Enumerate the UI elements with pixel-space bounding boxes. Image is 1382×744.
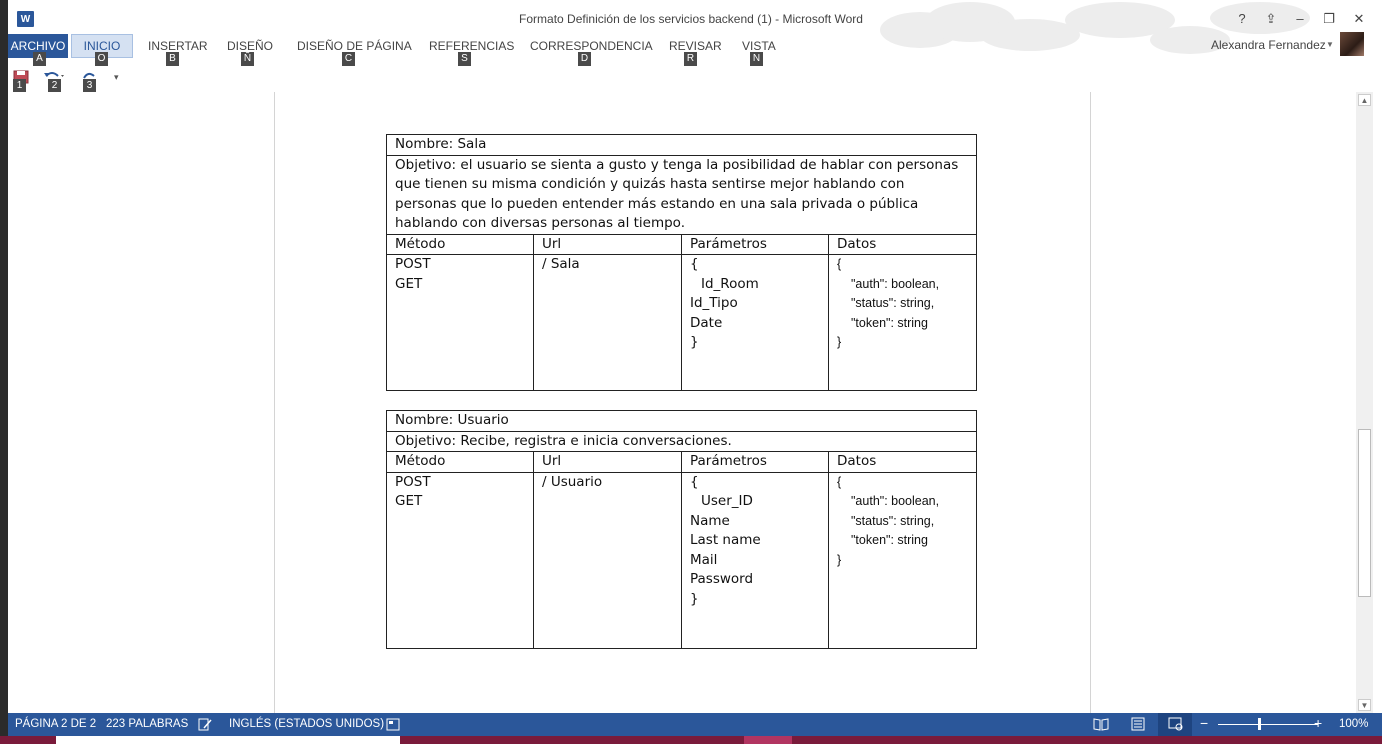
url-value: / Usuario	[542, 473, 603, 490]
keytip-save: 1	[13, 79, 26, 93]
param-line: Id_Room	[701, 275, 759, 292]
customize-toolbar-chevron-icon[interactable]: ▾	[114, 72, 119, 83]
keytip-diseno: Ñ	[241, 52, 254, 66]
restore-button[interactable]: ❐	[1318, 10, 1340, 28]
datos-cell[interactable]: { "auth": boolean, "status": string, "to…	[827, 254, 978, 391]
page-count[interactable]: PÁGINA 2 DE 2	[15, 718, 96, 730]
json-line: "token": string	[851, 315, 928, 330]
json-line: {	[837, 257, 842, 271]
url-cell[interactable]: / Usuario	[533, 471, 682, 649]
taskbar-active-item	[744, 736, 792, 744]
metodo-get: GET	[395, 275, 423, 292]
keytip-diseno-de-pagina: C	[342, 52, 355, 66]
status-bar: PÁGINA 2 DE 2 223 PALABRAS INGLÉS (ESTAD…	[8, 713, 1382, 736]
tab-correspondencia[interactable]: CORRESPONDENCIA	[530, 35, 653, 57]
keytip-inicio: O	[95, 52, 108, 66]
web-layout-button[interactable]	[1158, 713, 1192, 736]
scroll-up-arrow-icon[interactable]: ▲	[1358, 94, 1371, 106]
zoom-out-button[interactable]: −	[1200, 715, 1208, 731]
tab-referencias[interactable]: REFERENCIAS	[429, 35, 514, 57]
param-line: Password	[690, 571, 754, 587]
keytip-correspondencia: D	[578, 52, 591, 66]
ribbon-display-options-button[interactable]: ⇪	[1260, 10, 1282, 28]
table-name-cell[interactable]: Nombre: Usuario	[385, 410, 978, 432]
param-line: Mail	[690, 551, 718, 568]
header-parametros[interactable]: Parámetros	[681, 233, 829, 255]
param-line: {	[690, 473, 699, 490]
param-line: Date	[690, 314, 723, 331]
keytip-archivo: A	[33, 52, 46, 66]
user-account-name[interactable]: Alexandra Fernandez	[1211, 38, 1326, 52]
word-count[interactable]: 223 PALABRAS	[106, 718, 188, 730]
zoom-slider-thumb[interactable]	[1258, 718, 1261, 730]
header-metodo[interactable]: Método	[386, 233, 534, 255]
json-line: {	[837, 474, 842, 489]
param-line: {	[690, 256, 699, 272]
json-line: "status": string,	[851, 296, 935, 310]
web-layout-icon	[1168, 717, 1183, 731]
metodo-cell[interactable]: POST GET	[386, 254, 534, 391]
json-line: }	[837, 335, 842, 349]
header-parametros[interactable]: Parámetros	[681, 451, 829, 473]
language-indicator[interactable]: INGLÉS (ESTADOS UNIDOS)	[229, 718, 384, 730]
datos-cell[interactable]: { "auth": boolean, "status": string, "to…	[827, 471, 978, 649]
json-line: "status": string,	[851, 513, 935, 528]
header-url[interactable]: Url	[533, 233, 682, 255]
proofing-icon[interactable]	[198, 718, 212, 731]
close-button[interactable]: ✕	[1348, 10, 1370, 28]
json-line: "token": string	[851, 533, 928, 547]
keytip-revisar: R	[684, 52, 697, 66]
read-mode-icon[interactable]	[1093, 717, 1109, 731]
keytip-redo: 3	[83, 79, 96, 93]
table-name-cell[interactable]: Nombre: Sala	[385, 134, 978, 156]
avatar[interactable]	[1340, 32, 1364, 56]
scroll-down-arrow-icon[interactable]: ▼	[1358, 699, 1371, 711]
header-datos[interactable]: Datos	[827, 233, 978, 255]
param-line: }	[690, 334, 699, 350]
zoom-in-button[interactable]: +	[1314, 715, 1322, 731]
metodo-post: POST	[395, 256, 431, 272]
keytip-undo: 2	[48, 79, 61, 93]
header-url[interactable]: Url	[533, 451, 682, 473]
json-line: "auth": boolean,	[851, 494, 940, 508]
minimize-button[interactable]: –	[1289, 10, 1311, 28]
table-objective-cell[interactable]: Objetivo: el usuario se sienta a gusto y…	[385, 154, 978, 235]
keytip-vista: N	[750, 52, 763, 66]
header-datos[interactable]: Datos	[827, 451, 978, 473]
zoom-level[interactable]: 100%	[1339, 718, 1368, 730]
url-cell[interactable]: / Sala	[533, 254, 682, 391]
keytip-referencias: S	[458, 52, 471, 66]
json-line: }	[837, 552, 842, 567]
scrollbar-thumb[interactable]	[1358, 429, 1371, 597]
param-line: Id_Tipo	[690, 295, 738, 311]
param-line: }	[690, 590, 699, 607]
taskbar-window-preview	[56, 736, 400, 744]
metodo-post: POST	[395, 473, 431, 490]
parametros-cell[interactable]: { Id_Room Id_Tipo Date }	[681, 254, 829, 391]
vertical-scrollbar[interactable]	[1356, 92, 1373, 713]
keytip-insertar: B	[166, 52, 179, 66]
url-value: / Sala	[542, 256, 580, 272]
taskbar-strip	[0, 736, 1382, 744]
metodo-cell[interactable]: POST GET	[386, 471, 534, 649]
table-objective-cell[interactable]: Objetivo: Recibe, registra e inicia conv…	[385, 430, 978, 452]
param-line: User_ID	[701, 493, 753, 509]
window-left-edge	[0, 0, 8, 744]
service-table-usuario[interactable]: Nombre: Usuario Objetivo: Recibe, regist…	[385, 410, 978, 649]
service-table-sala[interactable]: Nombre: Sala Objetivo: el usuario se sie…	[385, 134, 978, 391]
account-chevron-down-icon[interactable]: ▼	[1326, 40, 1334, 49]
print-layout-icon[interactable]	[1130, 717, 1146, 731]
json-line: "auth": boolean,	[851, 276, 940, 291]
param-line: Name	[690, 512, 730, 529]
header-metodo[interactable]: Método	[386, 451, 534, 473]
window-title: Formato Definición de los servicios back…	[519, 12, 863, 26]
help-button[interactable]: ?	[1231, 10, 1253, 28]
macro-recording-icon[interactable]	[386, 718, 400, 731]
metodo-get: GET	[395, 493, 423, 509]
parametros-cell[interactable]: { User_ID Name Last name Mail Password }	[681, 471, 829, 649]
param-line: Last name	[690, 532, 761, 548]
zoom-slider[interactable]	[1218, 724, 1318, 725]
